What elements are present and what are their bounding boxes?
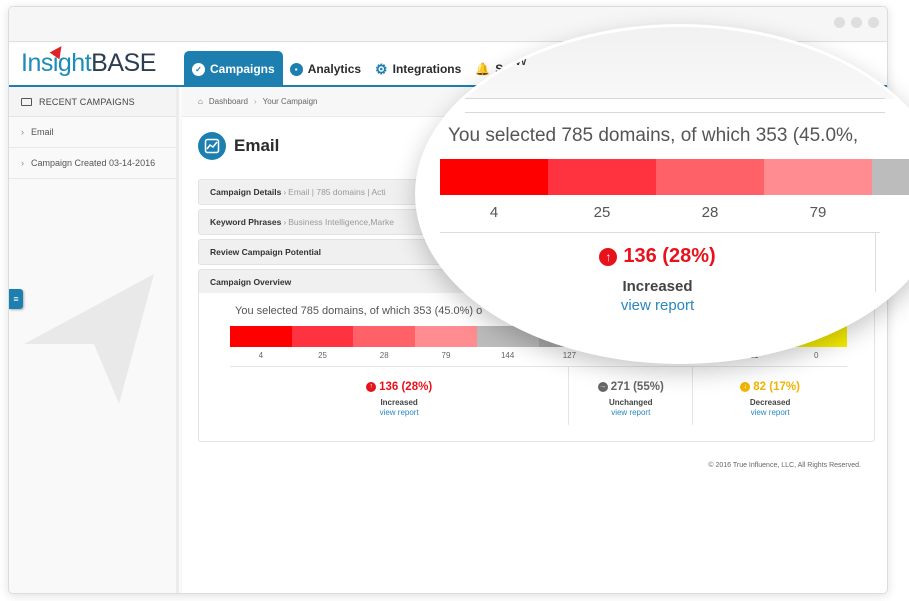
arrow-up-circle-icon: ↑ — [599, 247, 618, 266]
chart-icon: ✓ — [192, 62, 205, 76]
magnified-segment-value: 28 — [701, 204, 719, 221]
menu-icon: ≡ — [13, 294, 19, 304]
stat-increased: ↑ 136 (28%) Increased view report — [230, 367, 568, 425]
stat-decreased: ↓ 82 (17%) Decreased view report — [692, 367, 847, 425]
panel-detail: Email | 785 domains | Acti — [288, 187, 386, 197]
bar-segment — [353, 326, 416, 347]
analytics-icon: ▪ — [289, 62, 303, 76]
panel-title: Campaign Details — [210, 187, 282, 197]
tab-label: Analytics — [307, 62, 362, 76]
panel-detail: Business Intelligence,Marke — [288, 217, 395, 227]
segment-value: 4 — [258, 351, 264, 360]
breadcrumb-current: Your Campaign — [262, 97, 318, 106]
stat-value: ↑ 136 (28%) — [366, 381, 432, 393]
magnified-segment-value: 79 — [809, 204, 827, 221]
magnified-heading: view — [493, 50, 528, 69]
page-title-row: Email — [198, 132, 279, 160]
magnified-bar-segment — [656, 159, 764, 195]
sidebar-item-email[interactable]: › Email — [9, 117, 176, 148]
panel-title: Campaign Overview — [210, 277, 292, 287]
magnifier-callout: view You selected 785 domains, of which … — [415, 24, 909, 364]
view-report-link[interactable]: view report — [569, 408, 692, 417]
line-chart-icon — [198, 132, 226, 160]
bar-segment — [230, 326, 292, 347]
magnified-view-report-link[interactable]: view report — [440, 297, 875, 314]
segment-value: 25 — [318, 351, 327, 360]
divider — [440, 232, 880, 233]
magnified-bar-segment — [764, 159, 872, 195]
sidebar-heading-label: RECENT CAMPAIGNS — [39, 96, 135, 107]
magnified-increased-stat: ↑ 136 (28%) Increased view report — [440, 245, 875, 314]
stat-value-text: 136 (28%) — [379, 380, 433, 393]
stat-value: → 271 (55%) — [597, 380, 664, 393]
tab-campaigns[interactable]: ✓ Campaigns — [184, 51, 283, 87]
stat-label: Increased — [380, 398, 418, 407]
arrow-circle-icon: ↓ — [740, 381, 751, 392]
divider — [465, 98, 885, 99]
stat-value-text: 82 (17%) — [753, 380, 800, 393]
page-title: Email — [234, 136, 280, 155]
arrow-circle-icon: ↑ — [366, 381, 377, 392]
magnified-segment-value: 4 — [489, 204, 499, 221]
sidebar-heading: RECENT CAMPAIGNS — [9, 87, 176, 117]
logo-base-text: BASE — [91, 49, 156, 77]
breadcrumb-separator: › — [253, 97, 257, 106]
stat-unchanged: → 271 (55%) Unchanged view report — [568, 367, 692, 425]
sidebar-item-label: Campaign Created 03-14-2016 — [31, 158, 156, 168]
magnified-values: 4 25 28 79 — [440, 204, 872, 221]
magnified-distribution-bar — [440, 159, 909, 195]
panel-arrow: › — [283, 187, 287, 197]
panel-title: Review Campaign Potential — [210, 247, 321, 257]
magnified-stat-value: ↑ 136 (28%) — [599, 245, 716, 268]
screenshot-stage: InsightBASE ✓ Campaigns ▪ Analytics ⚙ In… — [0, 0, 909, 601]
sidebar-item-campaign-created[interactable]: › Campaign Created 03-14-2016 — [9, 148, 176, 179]
sidebar: RECENT CAMPAIGNS › Email › Campaign Crea… — [9, 87, 179, 593]
panel-arrow: › — [283, 217, 287, 227]
chevron-right-icon: › — [21, 127, 24, 137]
cursor-arrow-icon — [24, 274, 154, 404]
chevron-right-icon: › — [21, 158, 24, 168]
divider — [465, 112, 885, 113]
magnified-bar-segment — [548, 159, 656, 195]
stat-label: Decreased — [749, 398, 791, 407]
magnified-summary: You selected 785 domains, of which 353 (… — [448, 125, 859, 146]
magnified-segment-value: 25 — [593, 204, 611, 221]
stat-value-text: 136 (28%) — [623, 245, 716, 267]
sidebar-item-label: Email — [31, 127, 54, 137]
home-icon: ⌂ — [198, 97, 203, 106]
tab-analytics[interactable]: ▪ Analytics — [283, 51, 368, 87]
magnified-stat-label: Increased — [622, 278, 693, 295]
segment-value: 28 — [379, 351, 389, 360]
view-report-link[interactable]: view report — [230, 408, 568, 417]
bar-segment — [291, 326, 354, 347]
magnified-bar-segment — [872, 159, 909, 195]
stat-label: Unchanged — [608, 398, 653, 407]
view-report-link[interactable]: view report — [693, 408, 847, 417]
monitor-icon — [21, 97, 32, 106]
panel-title: Keyword Phrases — [210, 217, 282, 227]
magnified-bar-segment — [440, 159, 548, 195]
stat-value-text: 271 (55%) — [610, 380, 664, 393]
breadcrumb-dashboard[interactable]: Dashboard — [209, 97, 248, 106]
divider — [875, 232, 876, 292]
stat-value: ↓ 82 (17%) — [740, 381, 800, 393]
gear-icon: ⚙ — [375, 60, 388, 77]
insightbase-logo[interactable]: InsightBASE — [21, 42, 156, 78]
copyright-footer: © 2016 True Influence, LLC, All Rights R… — [708, 462, 861, 469]
overview-stats: ↑ 136 (28%) Increased view report → 271 (55%)… — [230, 367, 847, 425]
tab-label: Campaigns — [210, 62, 275, 76]
magnified-header — [418, 27, 909, 99]
arrow-circle-icon: → — [597, 381, 608, 392]
